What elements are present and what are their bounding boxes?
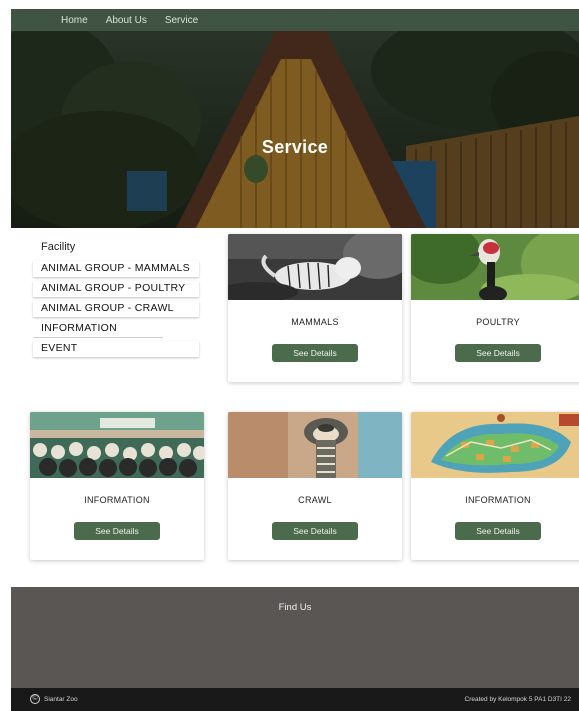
- find-us-title: Find Us: [278, 602, 312, 613]
- copyright: © Siantar Zoo: [30, 694, 78, 704]
- nav-home-link[interactable]: Home: [61, 15, 88, 26]
- see-details-button[interactable]: See Details: [455, 344, 541, 362]
- bottom-bar: © Siantar Zoo Created by Kelompok 5 PA1 …: [11, 688, 579, 711]
- credit-text: Created by Kelompok 5 PA1 D3TI 22: [464, 696, 571, 703]
- service-card-information-map: INFORMATION See Details: [411, 412, 579, 560]
- card-label: INFORMATION: [84, 495, 150, 505]
- facility-title: Facility: [41, 241, 76, 253]
- service-card-crawl: CRAWL See Details: [228, 412, 402, 560]
- card-label: POULTRY: [476, 317, 520, 327]
- service-card-mammals: MAMMALS See Details: [228, 234, 402, 382]
- nav-about-us-link[interactable]: About Us: [106, 15, 147, 26]
- facility-item-poultry[interactable]: ANIMAL GROUP - POULTRY: [33, 281, 199, 297]
- top-navbar: Home About Us Service: [11, 9, 579, 31]
- facility-item-crawl[interactable]: ANIMAL GROUP - CRAWL: [33, 301, 199, 317]
- footer: Find Us: [11, 587, 579, 688]
- poultry-image: [411, 234, 579, 300]
- see-details-button[interactable]: See Details: [272, 522, 358, 540]
- facility-item-information[interactable]: INFORMATION: [33, 321, 163, 337]
- see-details-button[interactable]: See Details: [455, 522, 541, 540]
- nav-service-link[interactable]: Service: [165, 15, 198, 26]
- facility-item-mammals[interactable]: ANIMAL GROUP - MAMMALS: [33, 261, 199, 277]
- see-details-button[interactable]: See Details: [74, 522, 160, 540]
- information-event-image: [30, 412, 204, 478]
- page: Home About Us Service Service Facility A…: [11, 9, 579, 711]
- hero-title: Service: [261, 137, 329, 157]
- zoo-map-image: [411, 412, 579, 478]
- hero-background-image: [11, 31, 579, 228]
- facility-item-event[interactable]: EVENT: [33, 341, 199, 357]
- copyright-text: Siantar Zoo: [44, 695, 78, 703]
- copyright-icon: ©: [30, 694, 40, 704]
- card-label: MAMMALS: [291, 317, 339, 327]
- service-card-information: INFORMATION See Details: [30, 412, 204, 560]
- hero-banner: Service: [11, 31, 579, 228]
- crawl-image: [228, 412, 402, 478]
- service-card-poultry: POULTRY See Details: [411, 234, 579, 382]
- facility-sidebar: Facility ANIMAL GROUP - MAMMALS ANIMAL G…: [33, 241, 201, 361]
- mammals-image: [228, 234, 402, 300]
- card-label: CRAWL: [298, 495, 332, 505]
- card-label: INFORMATION: [465, 495, 531, 505]
- see-details-button[interactable]: See Details: [272, 344, 358, 362]
